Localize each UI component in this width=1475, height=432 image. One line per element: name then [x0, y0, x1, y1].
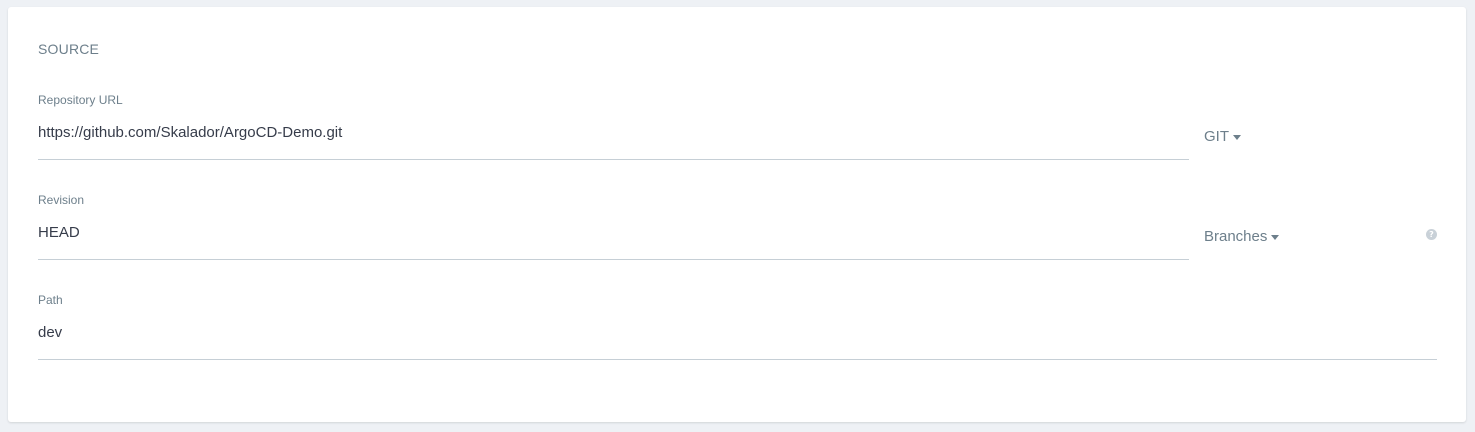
repo-type-dropdown[interactable]: GIT — [1204, 128, 1241, 145]
revision-label: Revision — [38, 193, 85, 207]
repository-url-input[interactable] — [38, 120, 1189, 160]
revision-input[interactable] — [38, 220, 1189, 260]
question-circle-icon[interactable]: ? — [1426, 229, 1437, 240]
caret-down-icon — [1233, 134, 1241, 140]
path-label: Path — [38, 293, 63, 307]
revision-type-label: Branches — [1204, 228, 1268, 245]
repository-url-label: Repository URL — [38, 93, 123, 107]
revision-type-dropdown[interactable]: Branches — [1204, 228, 1280, 245]
caret-down-icon — [1271, 234, 1280, 240]
section-title: SOURCE — [38, 41, 100, 57]
repo-type-label: GIT — [1204, 128, 1229, 145]
source-panel: SOURCE Repository URL GIT Revision Branc… — [8, 7, 1466, 422]
path-input[interactable] — [38, 320, 1437, 360]
